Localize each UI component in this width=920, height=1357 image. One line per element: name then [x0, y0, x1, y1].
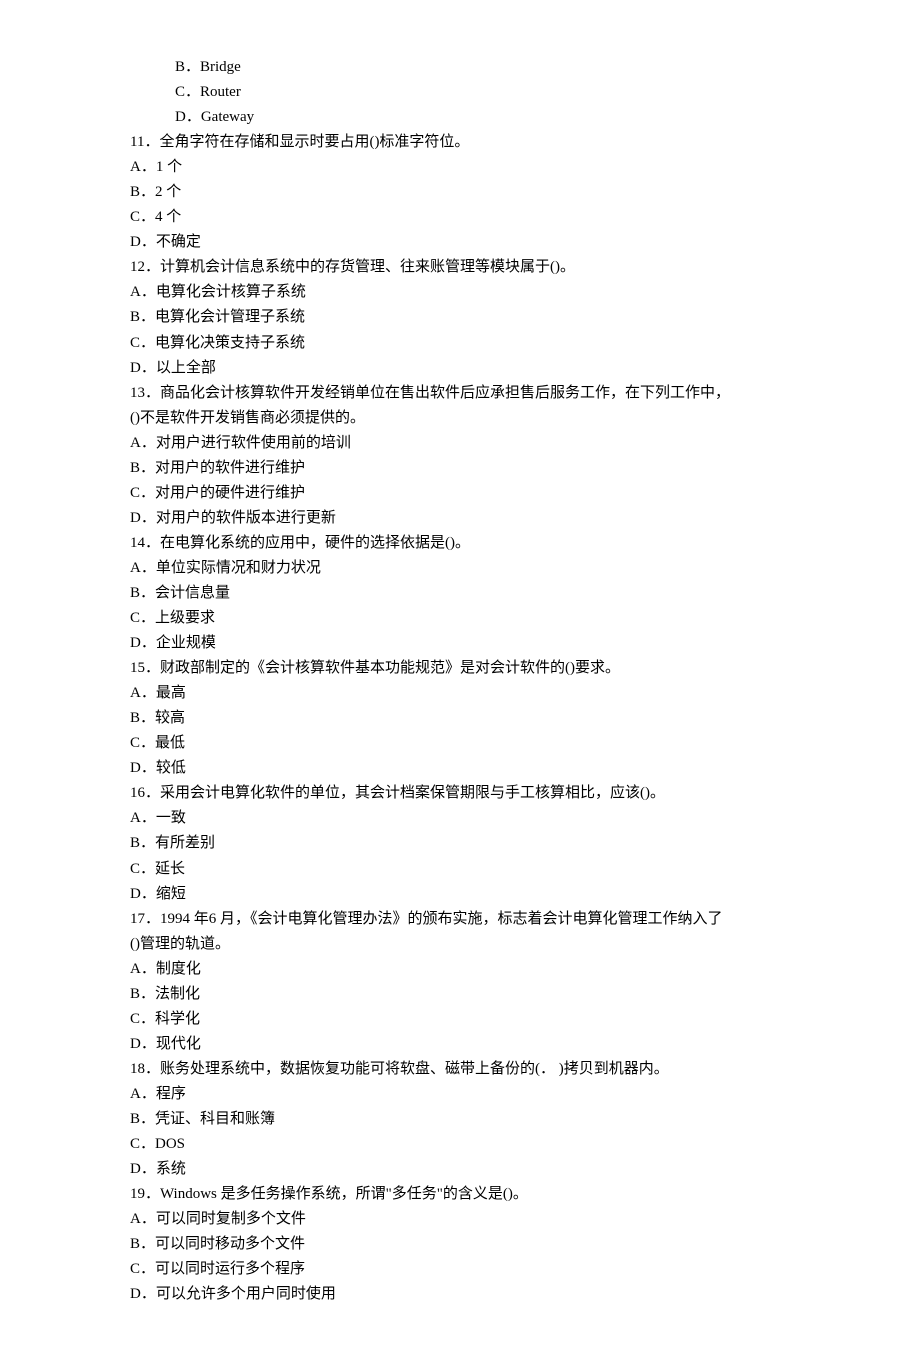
text-line: C．4 个	[130, 205, 790, 230]
document-body: B．BridgeC．RouterD．Gateway11．全角字符在存储和显示时要…	[130, 55, 790, 1307]
text-line: B．对用户的软件进行维护	[130, 456, 790, 481]
text-line: A．可以同时复制多个文件	[130, 1207, 790, 1232]
text-line: C．电算化决策支持子系统	[130, 331, 790, 356]
text-line: C．DOS	[130, 1132, 790, 1157]
text-line: 17．1994 年6 月，《会计电算化管理办法》的颁布实施，标志着会计电算化管理…	[130, 907, 790, 932]
text-line: 15．财政部制定的《会计核算软件基本功能规范》是对会计软件的()要求。	[130, 656, 790, 681]
text-line: 14．在电算化系统的应用中，硬件的选择依据是()。	[130, 531, 790, 556]
text-line: B．电算化会计管理子系统	[130, 305, 790, 330]
text-line: B．法制化	[130, 982, 790, 1007]
text-line: C．可以同时运行多个程序	[130, 1257, 790, 1282]
text-line: B．凭证、科目和账簿	[130, 1107, 790, 1132]
text-line: 13．商品化会计核算软件开发经销单位在售出软件后应承担售后服务工作，在下列工作中…	[130, 381, 790, 406]
text-line: A．最高	[130, 681, 790, 706]
text-line: B．有所差别	[130, 831, 790, 856]
text-line: C．上级要求	[130, 606, 790, 631]
text-line: C．科学化	[130, 1007, 790, 1032]
text-line: A．一致	[130, 806, 790, 831]
text-line: ()不是软件开发销售商必须提供的。	[130, 406, 790, 431]
text-line: D．系统	[130, 1157, 790, 1182]
text-line: D．以上全部	[130, 356, 790, 381]
text-line: B．可以同时移动多个文件	[130, 1232, 790, 1257]
text-line: A．1 个	[130, 155, 790, 180]
text-line: D．对用户的软件版本进行更新	[130, 506, 790, 531]
text-line: A．电算化会计核算子系统	[130, 280, 790, 305]
text-line: ()管理的轨道。	[130, 932, 790, 957]
text-line: B．Bridge	[130, 55, 790, 80]
text-line: D．不确定	[130, 230, 790, 255]
text-line: A．程序	[130, 1082, 790, 1107]
text-line: C．延长	[130, 857, 790, 882]
text-line: 16．采用会计电算化软件的单位，其会计档案保管期限与手工核算相比，应该()。	[130, 781, 790, 806]
text-line: D．企业规模	[130, 631, 790, 656]
text-line: 11．全角字符在存储和显示时要占用()标准字符位。	[130, 130, 790, 155]
text-line: B．较高	[130, 706, 790, 731]
text-line: C．对用户的硬件进行维护	[130, 481, 790, 506]
text-line: B．2 个	[130, 180, 790, 205]
text-line: D．现代化	[130, 1032, 790, 1057]
text-line: 18．账务处理系统中，数据恢复功能可将软盘、磁带上备份的(． )拷贝到机器内。	[130, 1057, 790, 1082]
text-line: C．最低	[130, 731, 790, 756]
text-line: A．制度化	[130, 957, 790, 982]
text-line: D．缩短	[130, 882, 790, 907]
text-line: C．Router	[130, 80, 790, 105]
text-line: A．对用户进行软件使用前的培训	[130, 431, 790, 456]
text-line: D．较低	[130, 756, 790, 781]
text-line: B．会计信息量	[130, 581, 790, 606]
text-line: 12．计算机会计信息系统中的存货管理、往来账管理等模块属于()。	[130, 255, 790, 280]
text-line: 19．Windows 是多任务操作系统，所谓"多任务"的含义是()。	[130, 1182, 790, 1207]
text-line: A．单位实际情况和财力状况	[130, 556, 790, 581]
text-line: D．Gateway	[130, 105, 790, 130]
text-line: D．可以允许多个用户同时使用	[130, 1282, 790, 1307]
